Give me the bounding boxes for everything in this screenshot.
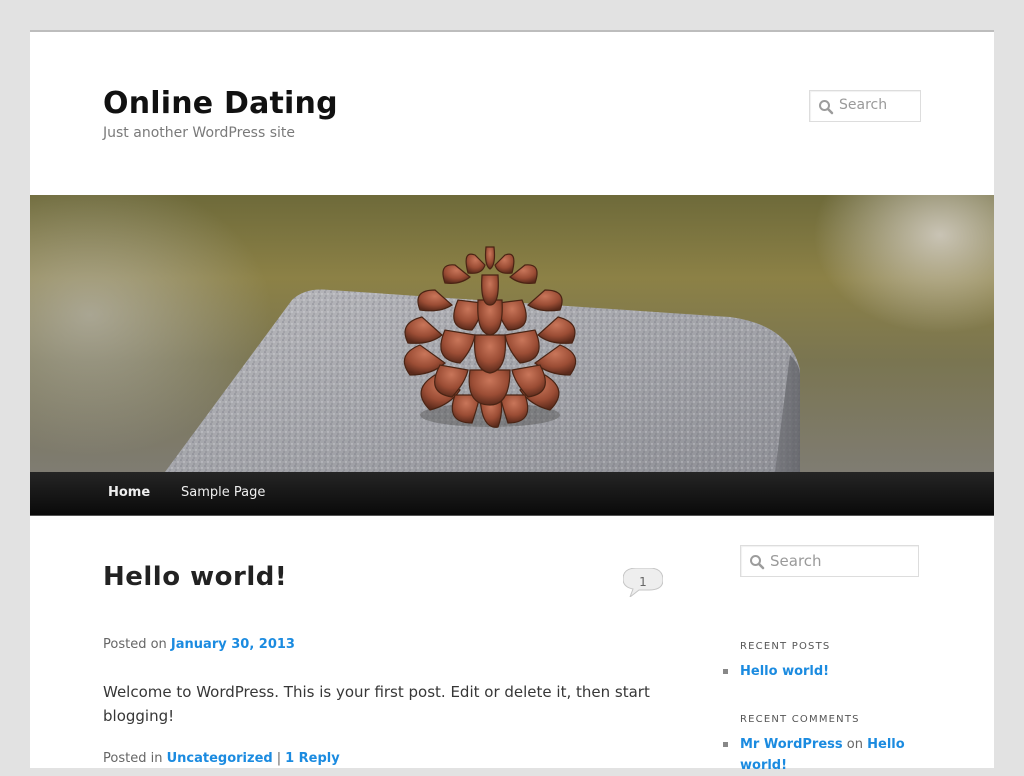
recent-posts-heading: Recent Posts — [740, 641, 831, 652]
list-item: Mr WordPress on Hello world! — [723, 734, 920, 776]
posted-in-label: Posted in — [103, 751, 163, 766]
reply-link[interactable]: 1 Reply — [285, 751, 340, 766]
main-navigation: Home Sample Page — [30, 472, 994, 516]
recent-post-link[interactable]: Hello world! — [740, 664, 829, 679]
post-footer: Posted in Uncategorized | 1 Reply — [103, 751, 340, 766]
comment-count: 1 — [639, 575, 647, 589]
comment-on-text: on — [846, 737, 863, 752]
nav-item-sample-page[interactable]: Sample Page — [181, 485, 265, 500]
sidebar-search-placeholder: Search — [770, 552, 822, 570]
comment-author-link[interactable]: Mr WordPress — [740, 737, 843, 752]
header-search-placeholder: Search — [839, 97, 888, 113]
sidebar-search-input[interactable]: Search — [740, 545, 919, 577]
recent-comments-list: Mr WordPress on Hello world! — [723, 734, 920, 776]
nav-item-home[interactable]: Home — [108, 485, 150, 500]
post-content: Welcome to WordPress. This is your first… — [103, 683, 650, 725]
recent-comments-heading: Recent Comments — [740, 714, 860, 725]
post-title[interactable]: Hello world! — [103, 562, 287, 592]
recent-posts-list: Hello world! — [723, 661, 920, 682]
list-item: Hello world! — [723, 661, 920, 682]
footer-separator: | — [276, 751, 282, 766]
header-image — [30, 195, 994, 472]
site-description: Just another WordPress site — [103, 125, 296, 141]
post-date-link[interactable]: January 30, 2013 — [171, 637, 295, 652]
posted-on-label: Posted on — [103, 637, 167, 652]
category-link[interactable]: Uncategorized — [167, 751, 273, 766]
search-icon — [819, 100, 834, 115]
search-icon — [750, 555, 765, 570]
comment-count-bubble[interactable]: 1 — [622, 567, 664, 599]
site-title[interactable]: Online Dating — [103, 86, 338, 121]
header-search-input[interactable]: Search — [809, 90, 921, 122]
page: Online Dating Just another WordPress sit… — [30, 30, 994, 773]
post-meta: Posted on January 30, 2013 — [103, 637, 295, 652]
